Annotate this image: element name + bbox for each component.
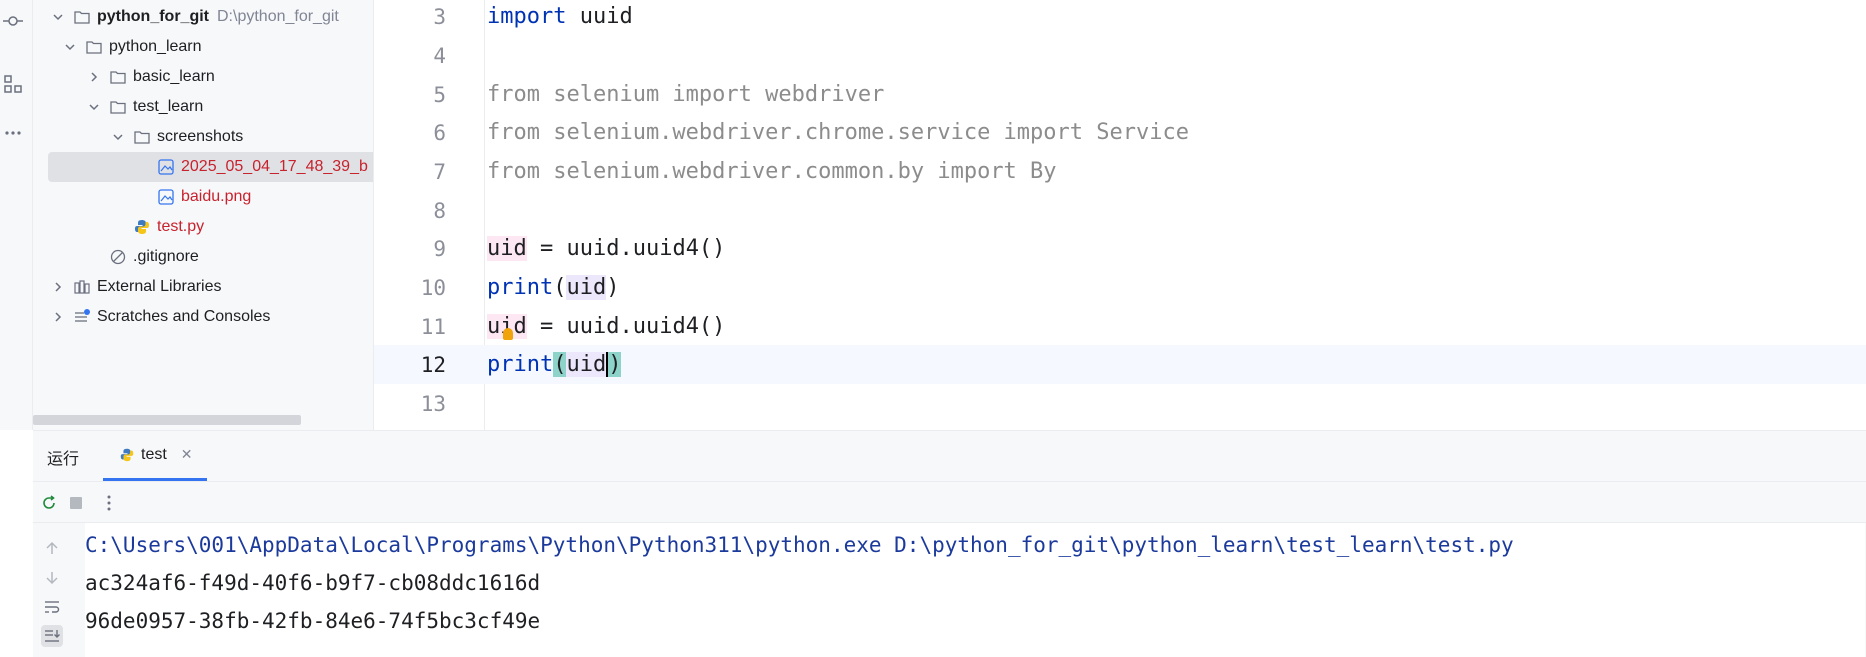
python-file-icon <box>133 218 151 236</box>
console-output[interactable]: C:\Users\001\AppData\Local\Programs\Pyth… <box>85 523 1865 657</box>
code-line-current[interactable]: 12 print(uid) <box>374 345 1866 384</box>
soft-wrap-icon[interactable] <box>41 596 63 618</box>
activity-strip <box>0 0 33 430</box>
line-number: 9 <box>433 236 446 261</box>
code-line[interactable]: 9 uid = uuid.uuid4() <box>374 229 1866 268</box>
code-line[interactable]: 11 uid = uuid.uuid4() <box>374 307 1866 346</box>
line-number: 6 <box>433 120 446 145</box>
tree-root-path: D:\python_for_git <box>217 8 339 25</box>
line-number: 8 <box>433 198 446 223</box>
tree-root-name: python_for_git <box>97 8 209 25</box>
code-editor[interactable]: 3 import uuid 4 5 from selenium import w… <box>373 0 1866 430</box>
line-number: 11 <box>420 314 446 339</box>
project-tree: python_for_git D:\python_for_git python_… <box>33 0 373 430</box>
code-text: uid = uuid.uuid4() <box>487 236 726 261</box>
code-text: print(uid) <box>487 275 620 300</box>
code-line[interactable]: 3 import uuid <box>374 0 1866 36</box>
folder-icon <box>73 8 91 26</box>
line-number: 3 <box>433 4 446 29</box>
scroll-to-end-icon[interactable] <box>41 625 63 647</box>
intention-bulb-icon[interactable] <box>503 328 513 340</box>
structure-icon[interactable] <box>2 73 24 95</box>
code-text: from selenium.webdriver.common.by import… <box>487 159 1057 184</box>
code-line[interactable]: 4 <box>374 36 1866 75</box>
tree-item-label: External Libraries <box>97 278 222 295</box>
run-panel: 运行 test ✕ C:\Users\001\AppData\Local\Pro… <box>33 430 1866 657</box>
console-command-line: C:\Users\001\AppData\Local\Programs\Pyth… <box>85 533 1514 557</box>
line-number: 10 <box>420 275 446 300</box>
tree-horizontal-scrollbar[interactable] <box>33 415 301 425</box>
ignored-file-icon <box>109 248 127 266</box>
folder-icon <box>133 128 151 146</box>
tree-item-label: .gitignore <box>133 248 199 265</box>
library-icon <box>73 278 91 296</box>
code-line[interactable]: 8 <box>374 191 1866 230</box>
code-text: import uuid <box>487 4 633 29</box>
tree-item-label: test_learn <box>133 98 204 115</box>
tree-item-label: Scratches and Consoles <box>97 308 271 325</box>
run-tabs: 运行 test ✕ <box>33 431 1866 481</box>
console-output-line: ac324af6-f49d-40f6-b9f7-cb08ddc1616d <box>85 571 541 595</box>
more-icon[interactable] <box>2 122 24 144</box>
folder-icon <box>109 68 127 86</box>
line-number: 13 <box>420 391 446 416</box>
chevron-down-icon[interactable] <box>63 40 77 54</box>
code-text: uid = uuid.uuid4() <box>487 314 726 340</box>
tab-test[interactable]: test ✕ <box>103 431 207 481</box>
code-text: from selenium import webdriver <box>487 82 885 107</box>
tree-item-screenshot-file[interactable]: 2025_05_04_17_48_39_b <box>48 152 373 182</box>
close-icon[interactable]: ✕ <box>181 446 193 463</box>
console-output-line: 96de0957-38fb-42fb-84e6-74f5bc3cf49e <box>85 609 541 633</box>
tree-item-label: screenshots <box>157 128 244 145</box>
tree-item-python-learn[interactable]: python_learn <box>33 32 373 62</box>
chevron-right-icon[interactable] <box>87 70 101 84</box>
tree-item-scratches[interactable]: Scratches and Consoles <box>33 302 373 332</box>
code-line[interactable]: 6 from selenium.webdriver.chrome.service… <box>374 113 1866 152</box>
run-side-toolbar <box>33 523 73 657</box>
chevron-down-icon[interactable] <box>87 100 101 114</box>
chevron-down-icon[interactable] <box>51 10 65 24</box>
code-line[interactable]: 5 from selenium import webdriver <box>374 75 1866 114</box>
python-file-icon <box>120 448 134 461</box>
image-file-icon <box>157 188 175 206</box>
run-toolbar <box>33 481 1866 523</box>
tree-item-label: python_learn <box>109 38 202 55</box>
tree-item-gitignore[interactable]: .gitignore <box>33 242 373 272</box>
commit-icon[interactable] <box>2 10 24 32</box>
chevron-right-icon[interactable] <box>51 310 65 324</box>
arrow-up-icon[interactable] <box>41 537 63 559</box>
scratches-icon <box>73 308 91 326</box>
tab-label: test <box>141 445 167 463</box>
tree-item-screenshots[interactable]: screenshots <box>33 122 373 152</box>
folder-icon <box>109 98 127 116</box>
more-options-icon[interactable] <box>99 493 119 513</box>
line-number: 5 <box>433 82 446 107</box>
tree-item-root[interactable]: python_for_git D:\python_for_git <box>33 2 373 32</box>
tree-item-test-learn[interactable]: test_learn <box>33 92 373 122</box>
stop-icon[interactable] <box>66 493 86 513</box>
line-number: 7 <box>433 159 446 184</box>
chevron-down-icon[interactable] <box>111 130 125 144</box>
folder-icon <box>85 38 103 56</box>
tree-item-label: 2025_05_04_17_48_39_b <box>181 158 368 175</box>
code-line[interactable]: 13 <box>374 384 1866 423</box>
image-file-icon <box>157 158 175 176</box>
chevron-right-icon[interactable] <box>51 280 65 294</box>
code-line[interactable]: 10 print(uid) <box>374 268 1866 307</box>
arrow-down-icon[interactable] <box>41 567 63 589</box>
line-number: 12 <box>420 352 446 377</box>
line-number: 4 <box>433 43 446 68</box>
tree-item-test-py[interactable]: test.py <box>33 212 373 242</box>
code-line[interactable]: 7 from selenium.webdriver.common.by impo… <box>374 152 1866 191</box>
run-panel-title: 运行 <box>47 451 80 468</box>
tree-item-basic-learn[interactable]: basic_learn <box>33 62 373 92</box>
code-text: from selenium.webdriver.chrome.service i… <box>487 120 1189 145</box>
tree-item-label: basic_learn <box>133 68 215 85</box>
rerun-icon[interactable] <box>39 493 59 513</box>
tree-item-label: baidu.png <box>181 188 252 205</box>
tree-item-baidu-png[interactable]: baidu.png <box>33 182 373 212</box>
tree-item-label: test.py <box>157 218 205 235</box>
tree-item-external-libraries[interactable]: External Libraries <box>33 272 373 302</box>
code-text: print(uid) <box>487 352 622 377</box>
